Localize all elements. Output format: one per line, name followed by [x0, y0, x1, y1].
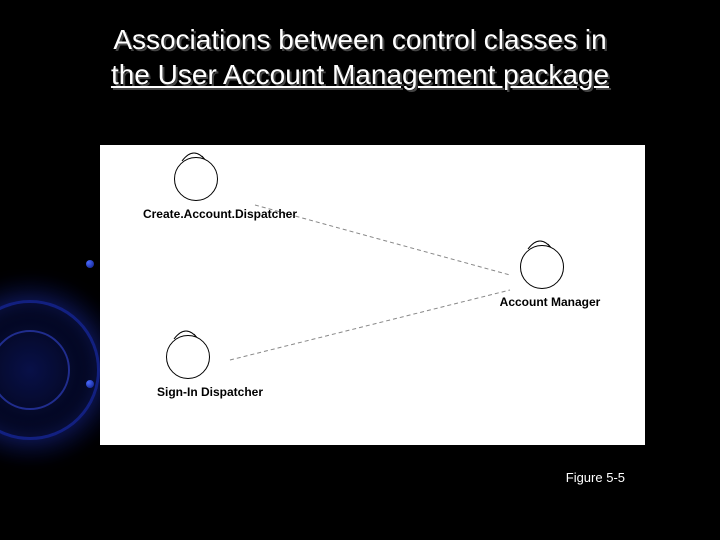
class-label: Account Manager [480, 295, 620, 309]
control-class-circle-icon [174, 157, 218, 201]
control-class-create-account-dispatcher: Create.Account.Dispatcher [140, 157, 300, 221]
title-line-1: Associations between control classes in [113, 24, 606, 55]
uml-diagram: Create.Account.Dispatcher Sign-In Dispat… [100, 145, 645, 445]
slide-title: Associations between control classes in … [0, 22, 720, 92]
control-class-circle-icon [166, 335, 210, 379]
control-class-circle-icon [520, 245, 564, 289]
figure-caption: Figure 5-5 [566, 470, 625, 485]
title-line-2: the User Account Management package [111, 59, 609, 90]
bullet-decoration [86, 380, 94, 388]
control-class-account-manager: Account Manager [480, 245, 620, 309]
control-class-sign-in-dispatcher: Sign-In Dispatcher [140, 335, 280, 399]
class-label: Sign-In Dispatcher [140, 385, 280, 399]
bullet-decoration [86, 260, 94, 268]
class-label: Create.Account.Dispatcher [140, 207, 300, 221]
